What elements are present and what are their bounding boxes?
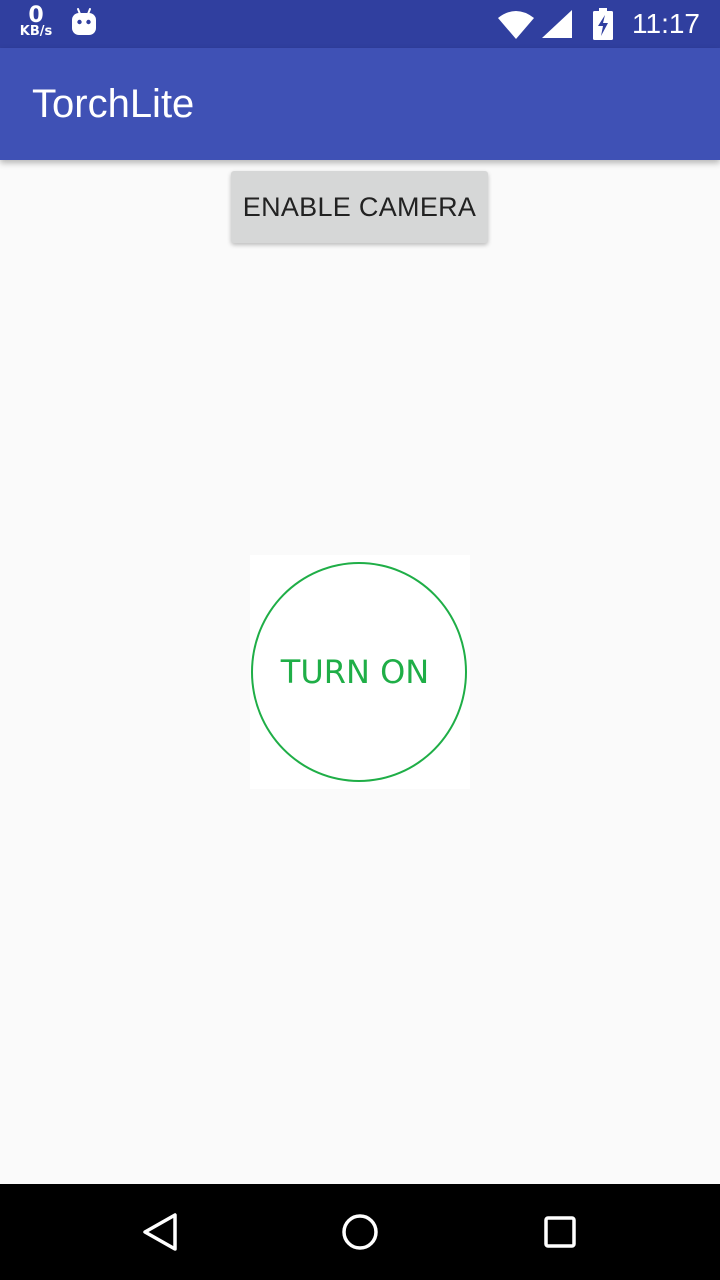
enable-camera-button[interactable]: ENABLE CAMERA bbox=[231, 171, 488, 243]
signal-icon bbox=[542, 10, 572, 38]
status-clock: 11:17 bbox=[632, 8, 700, 39]
app-bar: TorchLite bbox=[0, 48, 720, 160]
navigation-bar bbox=[0, 1184, 720, 1280]
torch-toggle-button[interactable]: TURN ON bbox=[251, 562, 467, 782]
home-icon[interactable] bbox=[336, 1208, 384, 1256]
network-speed-indicator: 0 KB/s bbox=[16, 5, 56, 39]
back-icon[interactable] bbox=[136, 1208, 184, 1256]
torch-toggle-label: TURN ON bbox=[280, 653, 430, 691]
network-speed-unit: KB/s bbox=[19, 24, 53, 39]
recents-icon[interactable] bbox=[536, 1208, 584, 1256]
app-title: TorchLite bbox=[32, 82, 195, 126]
battery-charging-icon bbox=[593, 8, 613, 40]
wifi-icon bbox=[498, 11, 534, 39]
main-content: ENABLE CAMERA TURN ON bbox=[0, 160, 720, 1184]
status-bar: 0 KB/s 11:17 bbox=[0, 0, 720, 48]
torch-toggle-area: TURN ON bbox=[250, 555, 470, 789]
android-icon bbox=[72, 8, 96, 35]
